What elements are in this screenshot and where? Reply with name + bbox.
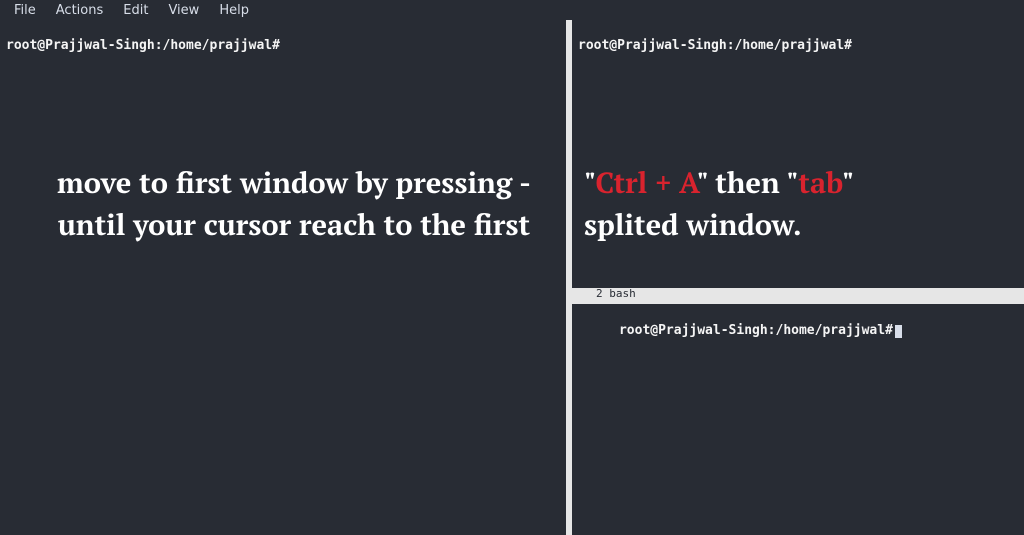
menu-help[interactable]: Help — [211, 3, 257, 18]
cursor-icon — [895, 325, 902, 338]
status-bar-right-mid: 2 bash — [572, 288, 1024, 300]
terminal-area: root@Prajjwal-Singh:/home/prajjwal# root… — [0, 20, 1024, 535]
prompt-right-top: root@Prajjwal-Singh:/home/prajjwal# — [578, 38, 852, 53]
prompt-right-bottom: root@Prajjwal-Singh:/home/prajjwal# — [572, 308, 902, 353]
menu-actions[interactable]: Actions — [48, 3, 112, 18]
menubar: File Actions Edit View Help — [0, 0, 1024, 20]
menu-edit[interactable]: Edit — [115, 3, 156, 18]
pane-right-top[interactable]: root@Prajjwal-Singh:/home/prajjwal# — [572, 20, 1024, 288]
menu-view[interactable]: View — [160, 3, 207, 18]
menu-file[interactable]: File — [6, 3, 44, 18]
pane-right-bottom[interactable]: root@Prajjwal-Singh:/home/prajjwal# — [572, 304, 1024, 535]
prompt-left: root@Prajjwal-Singh:/home/prajjwal# — [6, 38, 280, 53]
pane-left[interactable]: root@Prajjwal-Singh:/home/prajjwal# — [0, 20, 566, 535]
